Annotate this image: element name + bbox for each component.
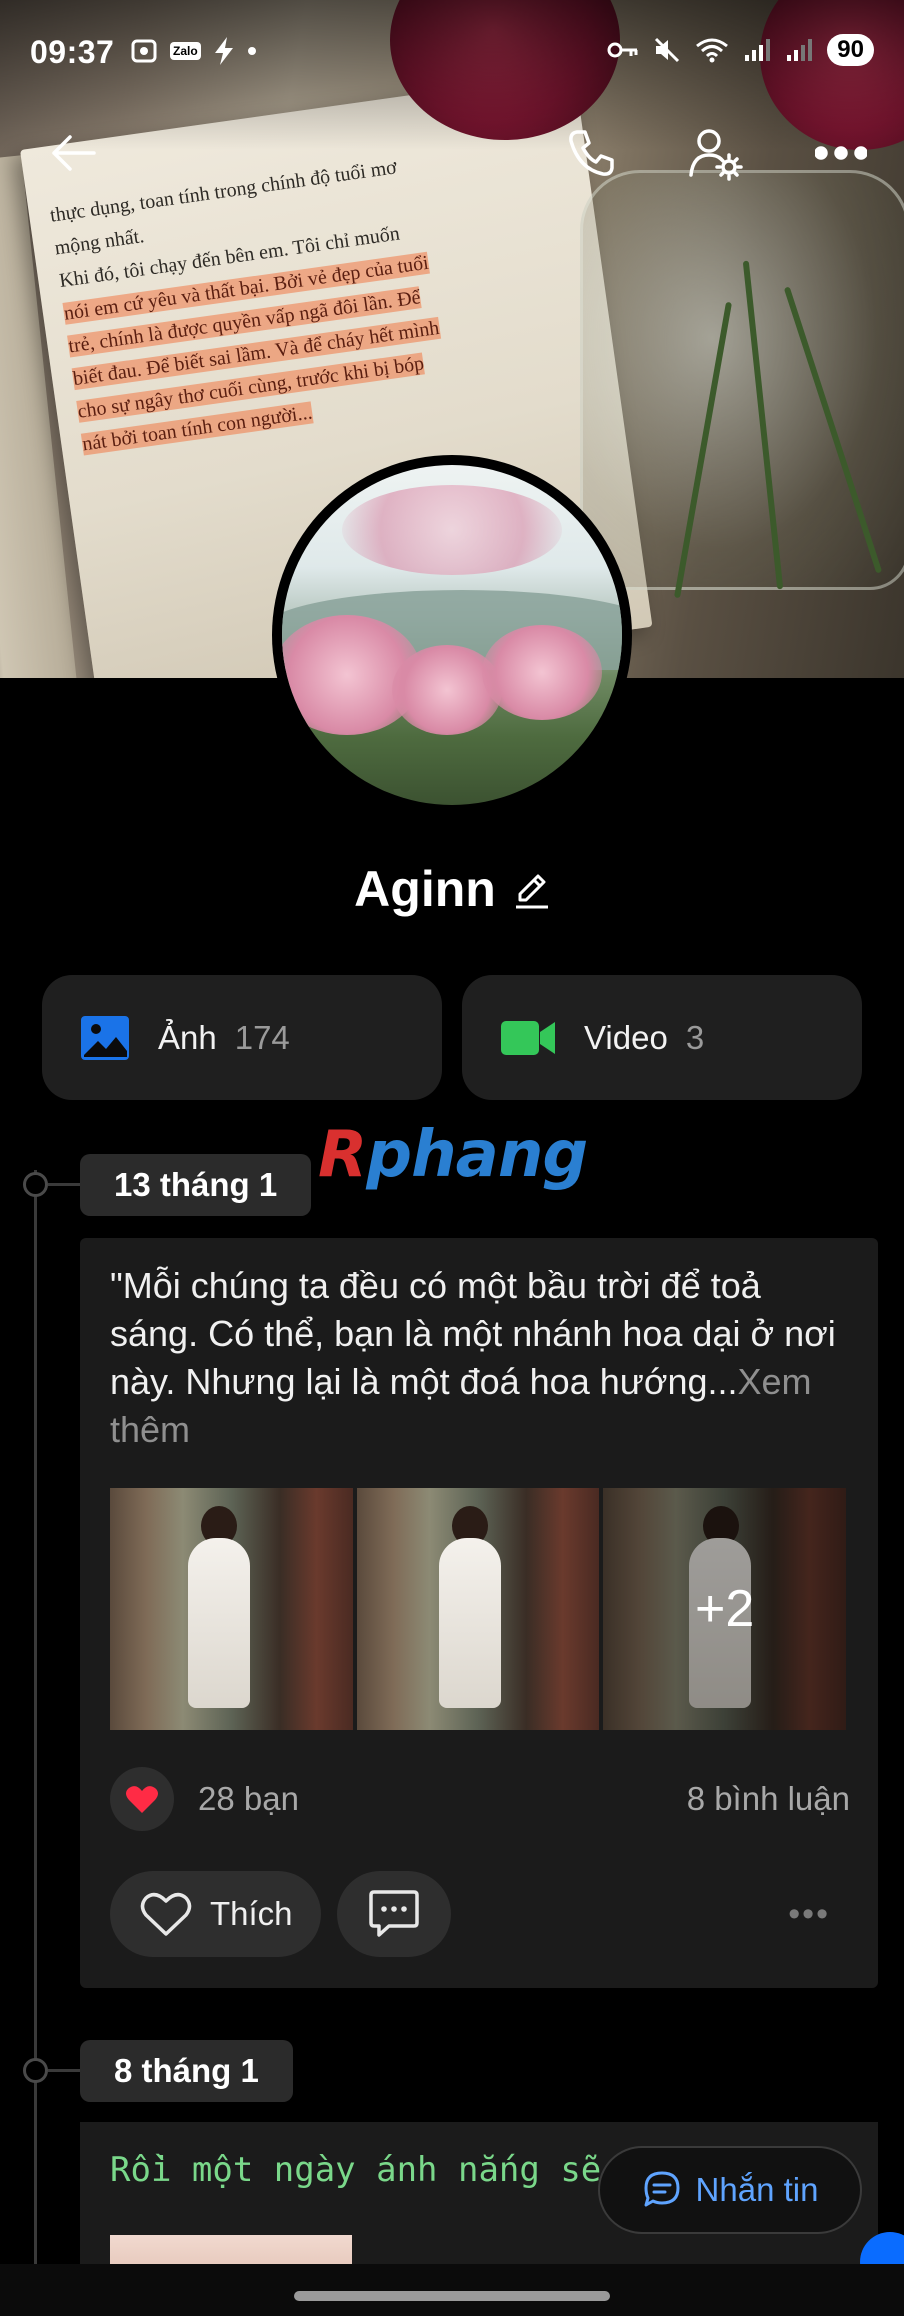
timeline-connector bbox=[48, 2069, 80, 2072]
status-bar: 09:37 Zalo 90 bbox=[0, 0, 904, 100]
phone-icon bbox=[569, 130, 614, 176]
heart-icon bbox=[110, 1767, 174, 1831]
post-image[interactable] bbox=[356, 1488, 600, 1730]
comment-icon bbox=[368, 1890, 419, 1937]
post-caption: "Mỗi chúng ta đều có một bầu trời để toả… bbox=[110, 1262, 850, 1454]
post-caption-text: "Mỗi chúng ta đều có một bầu trời để toả… bbox=[110, 1265, 836, 1402]
post-actions: Thích ••• bbox=[110, 1870, 850, 1958]
avatar[interactable] bbox=[272, 455, 632, 815]
like-button[interactable]: Thích bbox=[110, 1871, 321, 1957]
videos-label: Video bbox=[584, 1018, 668, 1056]
bolt-icon bbox=[214, 37, 233, 65]
post-image[interactable]: +2 bbox=[603, 1488, 847, 1730]
back-button[interactable] bbox=[38, 118, 108, 188]
post-image-grid: +2 bbox=[110, 1488, 847, 1730]
watermark: Rphang bbox=[318, 1118, 588, 1192]
profile-settings-button[interactable] bbox=[680, 118, 750, 188]
status-app-icons: Zalo bbox=[130, 36, 257, 66]
status-system-icons: 90 bbox=[607, 34, 874, 66]
post-image[interactable] bbox=[110, 1488, 353, 1730]
post-2-caption: Rồi một ngày ánh nắng sẽ bbox=[110, 2150, 602, 2190]
comment-count[interactable]: 8 bình luận bbox=[687, 1780, 850, 1818]
image-icon bbox=[81, 1015, 129, 1060]
zalo-icon: Zalo bbox=[170, 42, 201, 60]
post-more-button[interactable]: ••• bbox=[788, 1895, 830, 1934]
timeline-date-1: 13 tháng 1 bbox=[80, 1154, 312, 1216]
photos-label: Ảnh bbox=[158, 1018, 217, 1056]
watermark-r: R bbox=[318, 1118, 367, 1192]
timeline-line bbox=[34, 1170, 37, 2316]
signal-icon-2 bbox=[787, 39, 813, 61]
message-button[interactable]: Nhắn tin bbox=[598, 2146, 862, 2234]
heart-outline-icon bbox=[140, 1892, 192, 1936]
watermark-rest: phang bbox=[366, 1118, 588, 1192]
photos-count: 174 bbox=[234, 1018, 290, 1056]
avatar-image bbox=[282, 465, 622, 805]
battery-indicator: 90 bbox=[827, 34, 874, 66]
more-horizontal-icon bbox=[815, 146, 867, 160]
pencil-icon[interactable] bbox=[514, 864, 550, 922]
chat-icon bbox=[644, 2171, 680, 2207]
user-settings-icon bbox=[689, 129, 743, 181]
comment-button[interactable] bbox=[336, 1871, 451, 1957]
navigation-bar bbox=[0, 2264, 904, 2316]
glass-vase bbox=[580, 170, 904, 590]
dot-icon bbox=[247, 47, 256, 55]
timeline-connector bbox=[48, 1183, 80, 1186]
extra-images-count: +2 bbox=[603, 1488, 847, 1730]
photos-card[interactable]: Ảnh 174 bbox=[42, 975, 442, 1100]
timeline-dot bbox=[23, 2058, 48, 2083]
wifi-icon bbox=[696, 38, 729, 63]
arrow-left-icon bbox=[52, 135, 96, 171]
signal-icon bbox=[745, 39, 771, 61]
reaction-count: 28 bạn bbox=[198, 1780, 299, 1817]
reaction-summary[interactable]: 28 bạn 8 bình luận bbox=[110, 1764, 850, 1834]
home-indicator[interactable] bbox=[294, 2291, 610, 2301]
avatar-blossom bbox=[482, 625, 602, 720]
more-button[interactable] bbox=[806, 118, 876, 188]
timeline-dot bbox=[23, 1172, 48, 1197]
mute-icon bbox=[655, 37, 680, 63]
videos-card[interactable]: Video 3 bbox=[462, 975, 862, 1100]
avatar-blossom bbox=[342, 485, 562, 575]
status-time: 09:37 bbox=[30, 34, 115, 70]
like-label: Thích bbox=[210, 1895, 293, 1932]
timeline-date-2: 8 tháng 1 bbox=[80, 2040, 293, 2102]
videos-count: 3 bbox=[685, 1018, 705, 1056]
message-label: Nhắn tin bbox=[695, 2171, 819, 2208]
screenshot-icon bbox=[131, 39, 157, 63]
profile-name-row: Aginn bbox=[0, 860, 904, 922]
key-icon bbox=[607, 42, 638, 58]
profile-name: Aginn bbox=[354, 861, 496, 917]
video-icon bbox=[501, 1020, 555, 1055]
timeline-post[interactable]: "Mỗi chúng ta đều có một bầu trời để toả… bbox=[80, 1238, 878, 1988]
call-button[interactable] bbox=[556, 118, 626, 188]
